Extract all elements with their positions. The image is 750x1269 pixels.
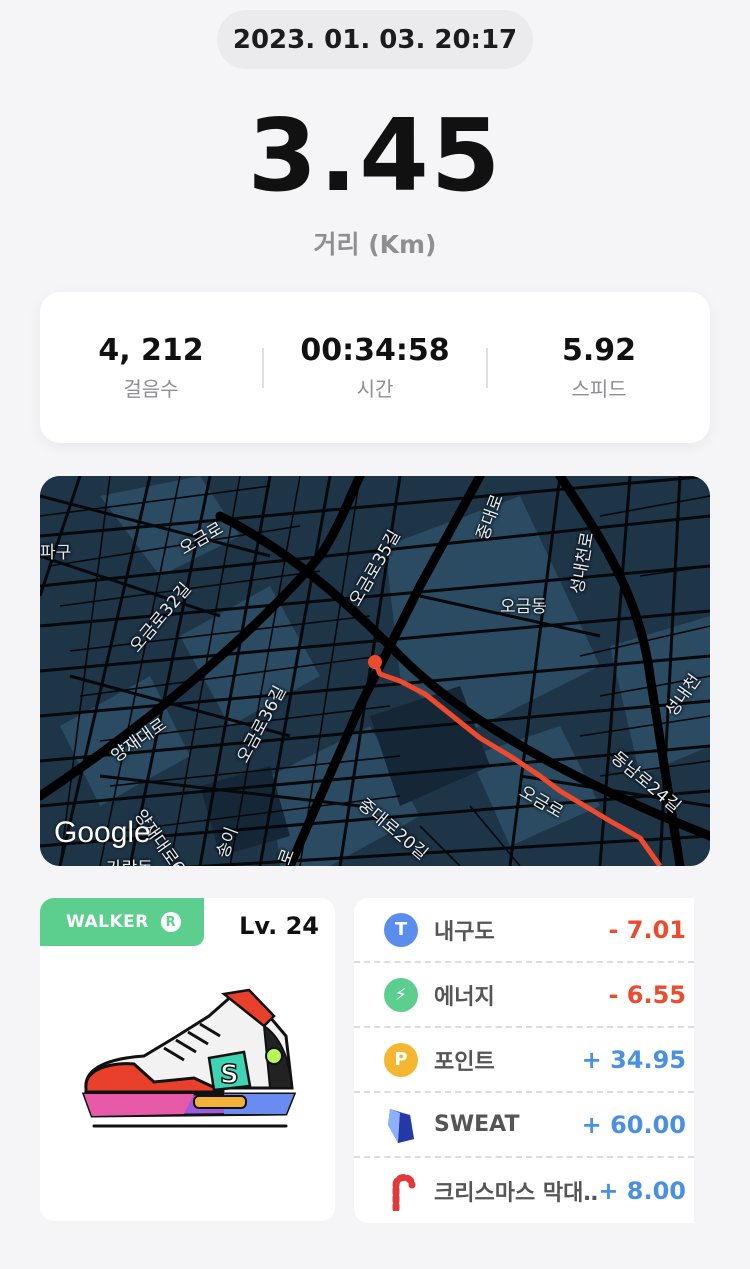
rarity-icon: R — [160, 912, 181, 932]
reward-value: - 6.55 — [608, 980, 686, 1009]
stats-card: 4, 212 걸음수 00:34:58 시간 5.92 스피드 — [40, 292, 710, 443]
reward-row-energy: ⚡ 에너지 - 6.55 — [354, 963, 694, 1028]
candy-cane-icon — [392, 1173, 416, 1211]
stat-steps: 4, 212 걸음수 — [40, 333, 262, 402]
sneaker-type-label: WALKER — [66, 912, 149, 932]
reward-value: + 34.95 — [581, 1045, 686, 1074]
distance-value: 3.45 — [247, 97, 503, 214]
stat-speed: 5.92 스피드 — [488, 333, 710, 402]
sneaker-level: Lv. 24 — [239, 912, 319, 940]
reward-value: + 8.00 — [598, 1176, 686, 1205]
energy-icon: ⚡ — [384, 977, 418, 1012]
reward-name: 포인트 — [434, 1049, 495, 1075]
reward-value: + 60.00 — [581, 1110, 686, 1139]
reward-row-point: P 포인트 + 34.95 — [354, 1028, 694, 1093]
steps-value: 4, 212 — [98, 333, 204, 368]
point-icon: P — [384, 1042, 418, 1077]
reward-name: SWEAT — [434, 1112, 520, 1137]
sneaker-type-badge: WALKER R — [40, 898, 204, 946]
map-label: 오금동 — [500, 597, 547, 617]
sneaker-image: S — [81, 988, 297, 1128]
map-label: 파구 — [40, 543, 72, 563]
google-attribution: Google — [54, 816, 151, 849]
speed-value: 5.92 — [561, 333, 637, 368]
svg-text:S: S — [220, 1060, 239, 1090]
stat-time: 00:34:58 시간 — [264, 333, 486, 402]
rewards-list: T 내구도 - 7.01 ⚡ 에너지 - 6.55 P 포인트 + 34.95 … — [354, 898, 694, 1223]
durability-icon: T — [384, 912, 418, 947]
reward-name: 크리스마스 막대… — [434, 1180, 599, 1206]
reward-name: 내구도 — [434, 919, 495, 945]
map-label: 가락동 — [106, 854, 153, 866]
distance-label: 거리 (Km) — [313, 230, 437, 259]
reward-name: 에너지 — [434, 984, 495, 1010]
reward-row-sweat: SWEAT + 60.00 — [354, 1093, 694, 1158]
steps-label: 걸음수 — [123, 377, 179, 401]
speed-label: 스피드 — [571, 377, 627, 401]
sweat-gem-icon — [388, 1108, 414, 1143]
reward-row-candy-cane: 크리스마스 막대… + 8.00 — [354, 1158, 694, 1223]
datetime-pill: 2023. 01. 03. 20:17 — [217, 10, 533, 69]
reward-value: - 7.01 — [608, 915, 686, 944]
time-value: 00:34:58 — [300, 333, 450, 368]
sneaker-card[interactable]: WALKER R Lv. 24 S — [40, 898, 335, 1221]
route-map[interactable]: 파구 오금로 오금로32길 오금로35길 중대로 성내천로 오금동 양재대로 오… — [40, 476, 710, 866]
time-label: 시간 — [356, 377, 394, 401]
reward-row-durability: T 내구도 - 7.01 — [354, 898, 694, 963]
